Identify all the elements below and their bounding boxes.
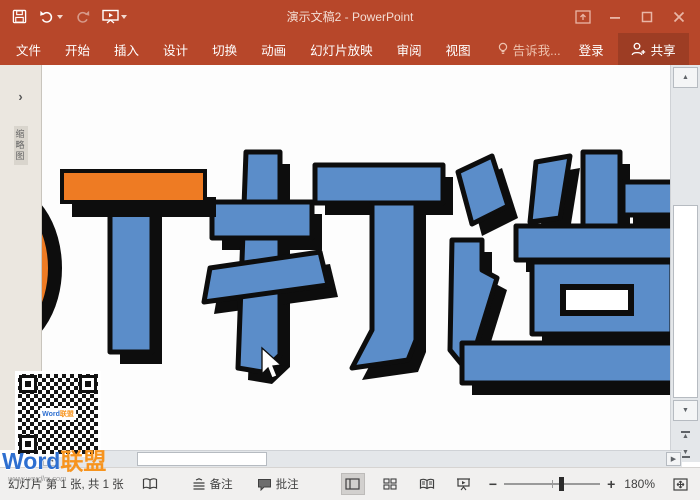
- wordlm-logo: Word联盟: [2, 450, 106, 473]
- undo-button[interactable]: [36, 7, 66, 26]
- tell-me-label: 告诉我...: [512, 43, 561, 58]
- zoom-in-button[interactable]: +: [607, 477, 615, 491]
- qr-code: Word联盟: [15, 371, 101, 457]
- letter-p-partial[interactable]: [42, 190, 62, 346]
- tell-me-box[interactable]: 告诉我...: [497, 40, 561, 59]
- arrow-down-icon: ▼: [682, 407, 689, 414]
- zoom-controls: − + 180%: [489, 477, 655, 491]
- normal-view-icon: [345, 478, 361, 490]
- tab-review[interactable]: 审阅: [397, 40, 422, 59]
- slide-canvas[interactable]: [42, 65, 670, 450]
- horizontal-scrollbar[interactable]: ◀ ▶: [42, 450, 682, 467]
- wordlm-url: www.wordlm.com: [8, 474, 67, 483]
- ribbon-display-options-button[interactable]: [572, 6, 594, 28]
- expand-pane-chevron-icon[interactable]: ›: [0, 89, 41, 104]
- reading-view-icon: [419, 478, 435, 490]
- close-icon: [673, 11, 685, 22]
- ribbon-display-options-icon: [575, 9, 591, 24]
- statusbar-right-group: − + 180%: [340, 473, 692, 495]
- start-slideshow-button[interactable]: [99, 7, 130, 26]
- fit-to-window-icon: [672, 477, 688, 491]
- comments-label: 批注: [275, 479, 299, 491]
- zoom-slider[interactable]: [504, 477, 601, 491]
- scroll-down-button[interactable]: ▼: [673, 400, 698, 421]
- zoom-out-button[interactable]: −: [489, 477, 497, 491]
- scroll-right-button[interactable]: ▶: [666, 452, 681, 466]
- minimize-button[interactable]: [604, 6, 626, 28]
- logo-word-part: Word: [2, 448, 61, 474]
- slide-sorter-view-button[interactable]: [378, 473, 402, 495]
- notes-button[interactable]: 备注: [192, 476, 233, 492]
- restore-button[interactable]: [636, 6, 658, 28]
- arrow-right-icon: ▶: [670, 456, 677, 463]
- spell-check-icon: [142, 478, 157, 490]
- tab-file[interactable]: 文件: [16, 40, 41, 59]
- minimize-icon: [610, 16, 620, 19]
- mouth-hole: [560, 284, 634, 316]
- logo-league-part: 联盟: [60, 448, 107, 474]
- restore-icon: [641, 11, 653, 22]
- lightbulb-icon: [498, 42, 507, 54]
- save-button[interactable]: [9, 7, 30, 26]
- share-label: 共享: [650, 43, 676, 58]
- tab-insert[interactable]: 插入: [114, 40, 139, 59]
- previous-slide-button[interactable]: ▲: [675, 426, 696, 442]
- qr-finder-icon: [19, 375, 37, 393]
- tab-animations[interactable]: 动画: [261, 40, 286, 59]
- close-button[interactable]: [668, 6, 690, 28]
- sign-in-button[interactable]: 登录: [579, 40, 604, 59]
- zoom-percentage[interactable]: 180%: [624, 477, 655, 491]
- ribbon-tab-row: 文件 开始 插入 设计 切换 动画 幻灯片放映 审阅 视图 告诉我... 登录 …: [0, 33, 700, 65]
- share-button[interactable]: 共享: [617, 33, 689, 65]
- window-title: 演示文稿2 - PowerPoint: [286, 10, 414, 24]
- arrow-up-icon: ▲: [682, 74, 689, 81]
- quick-access-toolbar: [0, 7, 130, 26]
- tab-slideshow[interactable]: 幻灯片放映: [310, 40, 373, 59]
- qr-center-label: Word联盟: [40, 408, 76, 420]
- normal-view-button[interactable]: [340, 473, 365, 495]
- notes-icon: [193, 478, 205, 490]
- horizontal-scrollbar-thumb[interactable]: [137, 452, 267, 466]
- tab-design[interactable]: 设计: [163, 40, 188, 59]
- qr-finder-icon: [79, 375, 97, 393]
- slide-sorter-icon: [383, 478, 397, 490]
- tab-transitions[interactable]: 切换: [212, 40, 237, 59]
- save-icon: [12, 9, 27, 24]
- zoom-slider-center-tick: [552, 480, 554, 488]
- redo-button[interactable]: [72, 7, 93, 26]
- fit-slide-to-window-button[interactable]: [668, 473, 692, 495]
- scroll-up-button[interactable]: ▲: [673, 67, 698, 88]
- next-slide-icon: [681, 455, 690, 458]
- vertical-scrollbar[interactable]: ▲ ▼ ▲ ▼: [670, 65, 700, 462]
- tab-home[interactable]: 开始: [65, 40, 90, 59]
- undo-icon: [40, 10, 53, 23]
- qat-dropdown-icon[interactable]: [121, 14, 127, 19]
- vertical-scrollbar-thumb[interactable]: [673, 205, 698, 398]
- slideshow-view-button[interactable]: [452, 473, 476, 495]
- redo-icon: [77, 10, 90, 23]
- undo-dropdown-icon[interactable]: [57, 14, 63, 19]
- window-controls: [572, 0, 700, 33]
- thumbnail-pane-label[interactable]: 缩略图: [13, 126, 28, 165]
- tab-view[interactable]: 视图: [446, 40, 471, 59]
- reading-view-button[interactable]: [415, 473, 439, 495]
- zoom-slider-handle[interactable]: [559, 477, 565, 491]
- spell-check-button[interactable]: [142, 477, 158, 491]
- slideshow-view-icon: [457, 477, 471, 490]
- comments-button[interactable]: 批注: [257, 476, 299, 492]
- comments-icon: [257, 478, 271, 491]
- person-plus-icon: [631, 42, 645, 56]
- slide-art-text[interactable]: [42, 65, 670, 450]
- title-bar: 演示文稿2 - PowerPoint: [0, 0, 700, 33]
- start-slideshow-icon: [102, 9, 119, 24]
- notes-label: 备注: [209, 479, 233, 491]
- orange-crossbar[interactable]: [60, 169, 216, 217]
